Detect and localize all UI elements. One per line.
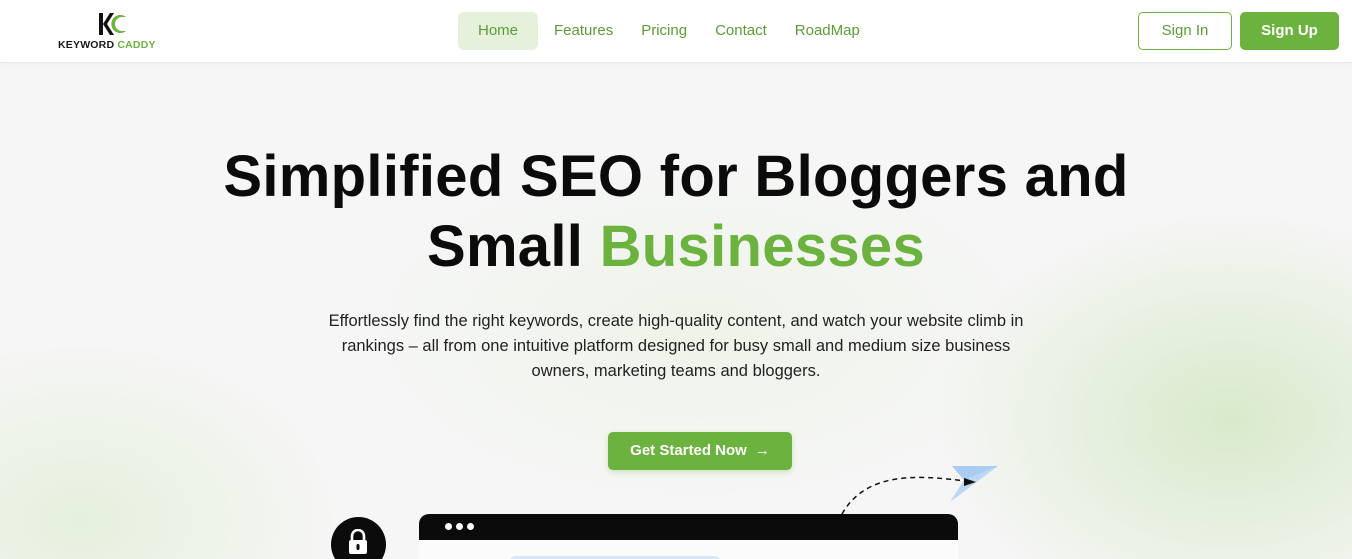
brand-name: KEYWORD CADDY	[58, 39, 156, 51]
brand-name-part1: KEYWORD	[58, 39, 115, 51]
hero-title-line2-accent: Businesses	[599, 214, 926, 279]
sign-in-button[interactable]: Sign In	[1138, 12, 1232, 50]
window-dots-icon	[445, 523, 474, 530]
nav-item-contact[interactable]: Contact	[701, 12, 781, 50]
arrow-right-icon: →	[754, 442, 770, 459]
hero-title-line2-plain: Small	[426, 214, 584, 279]
lock-badge	[331, 517, 386, 559]
logo-mark-icon	[99, 13, 126, 35]
hero-subtitle: Effortlessly find the right keywords, cr…	[328, 312, 1024, 380]
lock-icon	[349, 529, 367, 554]
browser-body	[419, 540, 958, 559]
get-started-button[interactable]: Get Started Now →	[608, 432, 792, 470]
get-started-label: Get Started Now	[630, 442, 747, 459]
browser-mockup	[419, 514, 958, 559]
nav-item-pricing[interactable]: Pricing	[627, 12, 701, 50]
primary-nav: Home Features Pricing Contact RoadMap	[458, 12, 874, 50]
hero-title-line1: Simplified SEO for Bloggers and	[223, 144, 1129, 209]
nav-item-features[interactable]: Features	[540, 12, 627, 50]
brand-logo[interactable]: KEYWORD CADDY	[58, 13, 170, 53]
paper-plane-icon	[841, 466, 998, 515]
nav-item-home[interactable]: Home	[458, 12, 539, 50]
hero-title: Simplified SEO for Bloggers and Small Bu…	[0, 142, 1352, 282]
brand-name-part2: CADDY	[117, 39, 156, 51]
sign-up-button[interactable]: Sign Up	[1240, 12, 1339, 50]
nav-item-roadmap[interactable]: RoadMap	[781, 12, 874, 50]
navbar: KEYWORD CADDY Home Features Pricing Cont…	[0, 0, 1352, 63]
